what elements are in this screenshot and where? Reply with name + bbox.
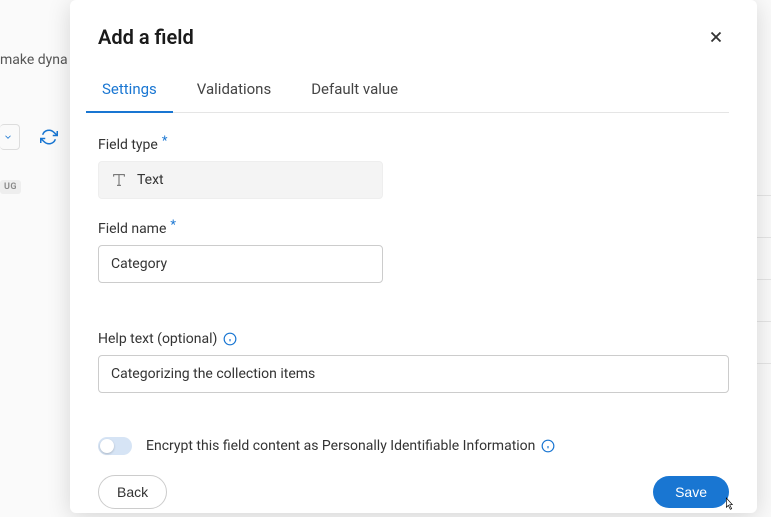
chevron-down-icon [3,132,13,142]
info-icon[interactable] [541,439,555,453]
background-text-fragment: make dyna [0,52,68,68]
encrypt-label: Encrypt this field content as Personally… [146,438,555,454]
tab-validations[interactable]: Validations [193,72,275,112]
modal-header: Add a field [98,24,729,50]
field-type-selector[interactable]: Text [98,161,383,199]
close-button[interactable] [703,24,729,50]
refresh-icon[interactable] [40,128,58,146]
field-name-input[interactable] [98,245,383,283]
encrypt-toggle-row: Encrypt this field content as Personally… [98,437,729,455]
field-type-label: Field type [98,137,158,153]
required-indicator: * [162,134,168,149]
help-text-input[interactable] [98,355,729,393]
encrypt-toggle[interactable] [98,437,132,455]
field-name-group: Field name * [98,221,729,283]
help-text-label: Help text (optional) [98,331,217,347]
tab-settings[interactable]: Settings [98,72,161,112]
modal-title: Add a field [98,25,194,49]
text-type-icon [111,172,127,188]
info-icon[interactable] [223,332,237,346]
save-button[interactable]: Save [653,476,729,508]
tab-default-value[interactable]: Default value [307,72,402,112]
field-name-label: Field name [98,221,166,237]
background-dropdown[interactable] [0,124,20,150]
background-badge: UG [0,180,21,194]
add-field-modal: Add a field Settings Validations Default… [70,0,757,513]
field-type-group: Field type * Text [98,137,729,199]
modal-footer: Back Save [98,455,729,509]
field-type-value: Text [137,172,164,188]
close-icon [707,28,725,46]
required-indicator: * [170,218,176,233]
tabs-bar: Settings Validations Default value [98,72,729,113]
back-button[interactable]: Back [98,475,167,509]
toggle-knob [100,439,114,453]
help-text-group: Help text (optional) [98,331,729,393]
